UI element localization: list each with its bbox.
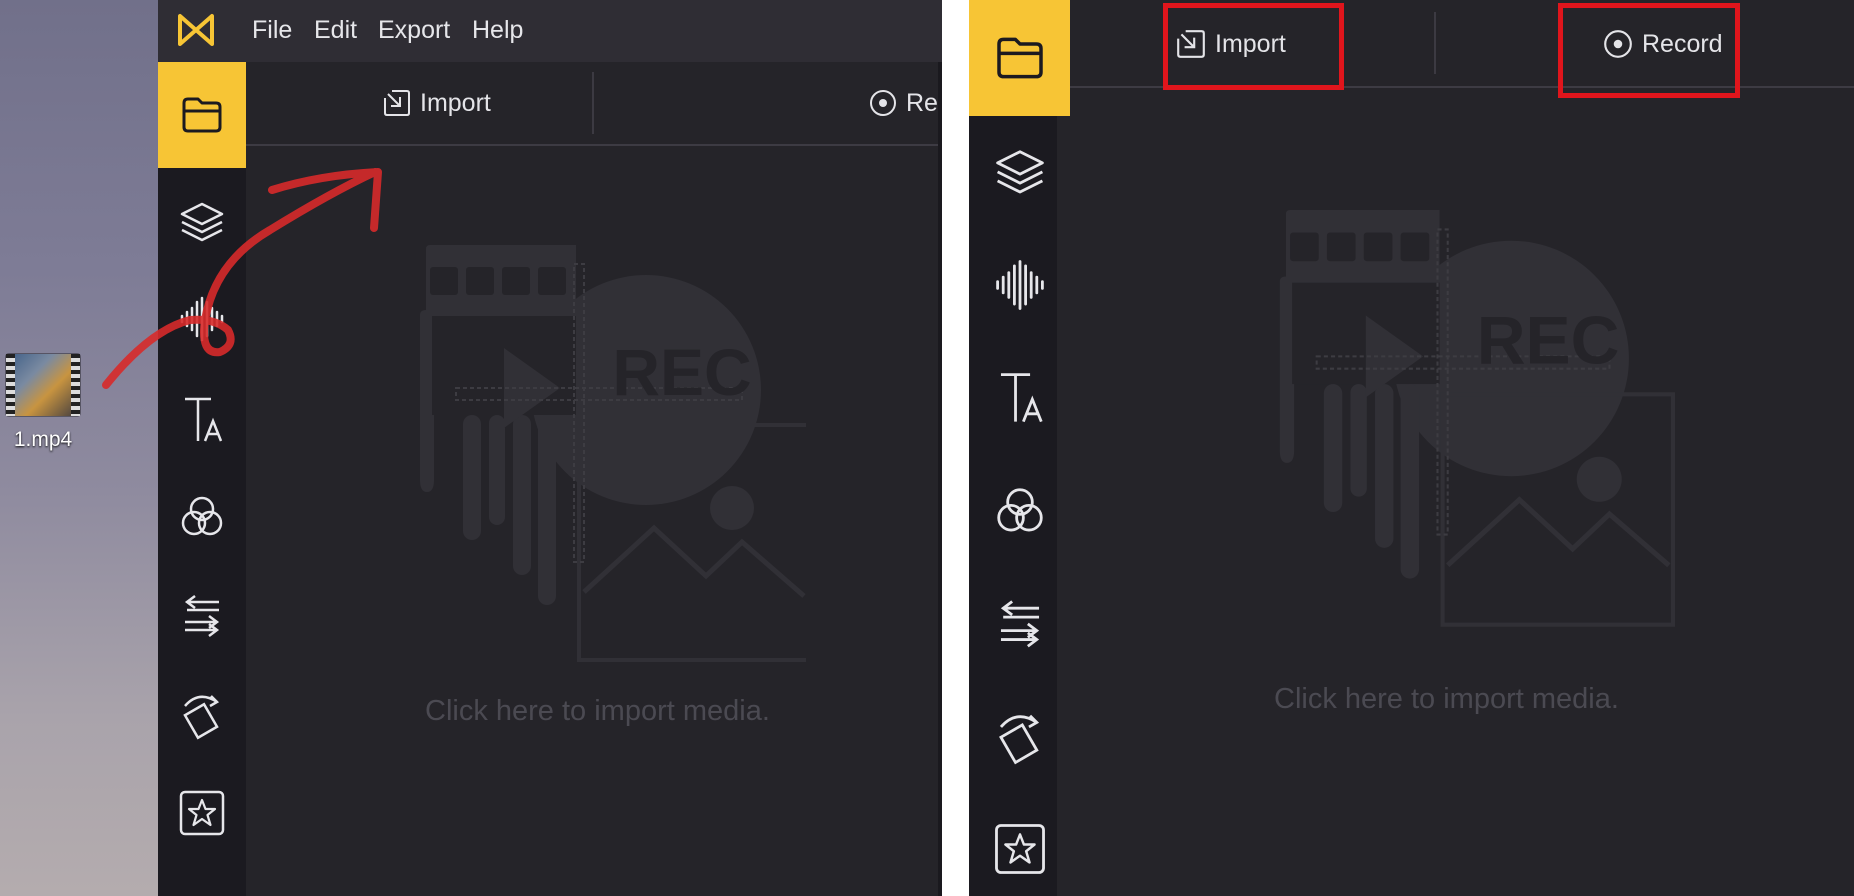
- star-icon: [177, 788, 227, 838]
- import-label: Import: [420, 88, 491, 117]
- folder-icon: [178, 91, 226, 139]
- import-hint-text[interactable]: Click here to import media.: [1274, 683, 1619, 716]
- folder-icon: [992, 30, 1048, 86]
- sidebar-item-audio[interactable]: [969, 242, 1070, 328]
- app-window: File Edit Export Help Import Re REC Clic…: [158, 0, 942, 896]
- audio-waveform-icon: [992, 257, 1048, 313]
- sidebar-item-media[interactable]: [158, 62, 246, 168]
- sidebar-item-rotate[interactable]: [969, 694, 1070, 780]
- text-icon: [992, 369, 1048, 425]
- text-icon: [177, 394, 227, 444]
- sidebar-item-filters[interactable]: [158, 474, 246, 560]
- rec-badge-text: REC: [1477, 304, 1620, 379]
- desktop-file-label[interactable]: 1.mp4: [0, 428, 86, 452]
- toolbar-divider: [1434, 12, 1436, 74]
- tool-sidebar: [158, 62, 246, 896]
- filters-icon: [177, 492, 227, 542]
- media-toolbar: Import Record: [246, 62, 942, 146]
- sidebar-item-filters[interactable]: [969, 468, 1070, 554]
- import-icon: [382, 88, 412, 118]
- star-icon: [992, 821, 1048, 877]
- sidebar-item-media[interactable]: [969, 0, 1070, 116]
- rotate-icon: [992, 709, 1048, 765]
- toolbar-divider: [592, 72, 594, 134]
- import-media-illustration[interactable]: REC: [386, 240, 806, 670]
- sidebar-item-text[interactable]: [969, 354, 1070, 440]
- window-edge: [938, 62, 942, 896]
- video-file-icon[interactable]: [6, 354, 80, 416]
- record-highlight-box: [1558, 3, 1740, 98]
- record-label: Record: [906, 88, 942, 117]
- menu-export[interactable]: Export: [378, 16, 450, 45]
- sidebar-item-favorites[interactable]: [969, 806, 1070, 892]
- import-highlight-box: [1163, 3, 1344, 90]
- app-logo-icon: [176, 10, 216, 50]
- transitions-icon: [992, 597, 1048, 653]
- import-button[interactable]: Import: [382, 88, 491, 118]
- layers-icon: [177, 198, 227, 248]
- menu-file[interactable]: File: [252, 16, 292, 45]
- sidebar-item-transitions[interactable]: [969, 582, 1070, 668]
- menu-bar: File Edit Export Help: [158, 0, 942, 63]
- sidebar-item-layers[interactable]: [158, 180, 246, 266]
- sidebar-item-transitions[interactable]: [158, 574, 246, 660]
- left-screenshot-panel: 1.mp4 File Edit Export Help Import Re RE…: [0, 0, 942, 896]
- filters-icon: [992, 483, 1048, 539]
- sidebar-item-layers[interactable]: [969, 130, 1070, 216]
- right-screenshot-panel: Import Record REC Click here to import m…: [969, 0, 1854, 896]
- import-media-illustration[interactable]: REC: [1245, 195, 1675, 655]
- tool-sidebar: [969, 0, 1070, 896]
- menu-edit[interactable]: Edit: [314, 16, 357, 45]
- transitions-icon: [177, 592, 227, 642]
- audio-waveform-icon: [177, 294, 227, 344]
- sidebar-item-rotate[interactable]: [158, 672, 246, 758]
- import-hint-text[interactable]: Click here to import media.: [425, 695, 770, 728]
- sidebar-item-audio[interactable]: [158, 276, 246, 362]
- menu-help[interactable]: Help: [472, 16, 523, 45]
- layers-icon: [992, 145, 1048, 201]
- sidebar-item-text[interactable]: [158, 376, 246, 462]
- desktop-background: 1.mp4: [0, 0, 158, 896]
- sidebar-item-favorites[interactable]: [158, 770, 246, 856]
- rec-badge-text: REC: [612, 335, 751, 409]
- record-button[interactable]: Record: [868, 88, 942, 118]
- rotate-icon: [177, 690, 227, 740]
- record-icon: [868, 88, 898, 118]
